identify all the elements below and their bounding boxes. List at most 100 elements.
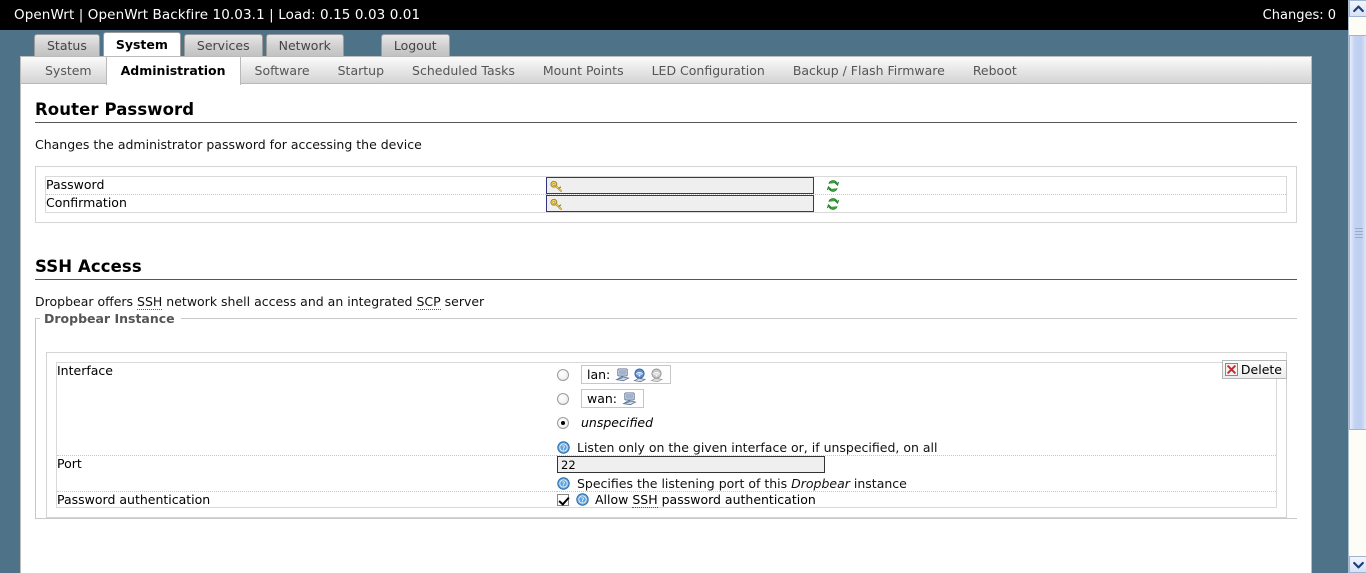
sub-tab-menu: System Administration Software Startup S… — [21, 57, 1311, 85]
port-hint-emphasis: Dropbear — [791, 476, 850, 491]
port-label: Port — [57, 456, 82, 471]
scroll-down-button[interactable] — [1349, 556, 1366, 573]
ssh-access-description: Dropbear offers SSH network shell access… — [35, 294, 1297, 310]
main-tab-status[interactable]: Status — [34, 34, 100, 56]
interface-option-wan[interactable]: wan: — [557, 387, 1276, 410]
password-auth-checkbox[interactable] — [557, 493, 569, 506]
delete-button[interactable]: Delete — [1221, 360, 1287, 379]
page-body: Router Password Changes the administrato… — [21, 100, 1311, 519]
router-password-table: Password Confirmation — [46, 177, 1286, 212]
ssh-abbr[interactable]: SSH — [632, 492, 658, 508]
password-auth-value-cell: ? Allow SSH password authentication — [557, 492, 1276, 508]
password-auth-hint-part-a: Allow — [595, 492, 633, 507]
help-icon[interactable]: ? — [557, 441, 570, 454]
confirmation-input-wrap — [546, 195, 814, 212]
sub-tab-scheduled-tasks[interactable]: Scheduled Tasks — [398, 57, 529, 84]
sub-tab-mount-points[interactable]: Mount Points — [529, 57, 638, 84]
reload-icon-confirmation[interactable] — [826, 197, 840, 211]
svg-text:?: ? — [562, 443, 566, 452]
dropbear-fieldset-body: Delete Interface lan: wan: unspecified ?… — [36, 352, 1297, 518]
scrollbar-grip — [1355, 227, 1363, 238]
help-icon[interactable]: ? — [557, 477, 570, 490]
sub-tab-scheduled-tasks-label: Scheduled Tasks — [412, 63, 515, 78]
scrollbar-thumb[interactable] — [1349, 35, 1366, 430]
password-input-wrap — [546, 177, 814, 194]
sub-tab-list: System Administration Software Startup S… — [31, 57, 1311, 85]
ethernet-icon — [622, 391, 637, 405]
sub-tab-startup[interactable]: Startup — [324, 57, 398, 84]
radio-wan[interactable] — [557, 392, 569, 405]
port-row: Port ? Specifie — [57, 456, 1276, 492]
main-tab-system-label: System — [115, 37, 168, 52]
main-tab-network[interactable]: Network — [265, 34, 344, 56]
main-tab-network-label: Network — [278, 38, 331, 53]
reload-icon-password[interactable] — [826, 179, 840, 193]
iface-box-lan[interactable]: lan: — [581, 365, 672, 384]
sub-tab-reboot-label: Reboot — [972, 63, 1017, 78]
password-input[interactable] — [546, 177, 814, 194]
iface-lan-label: lan: — [587, 367, 611, 382]
ssh-desc-part-a: Dropbear offers — [35, 294, 138, 309]
sub-tab-software[interactable]: Software — [241, 57, 324, 84]
interface-row: Interface lan: wan: unspecified ? Listen… — [57, 363, 1276, 456]
radio-lan[interactable] — [557, 368, 569, 381]
confirmation-input[interactable] — [546, 195, 814, 212]
password-auth-hint-text: Allow SSH password authentication — [595, 492, 816, 508]
chevron-up-icon — [1352, 5, 1364, 12]
dropbear-table: Interface lan: wan: unspecified ? Listen… — [57, 363, 1276, 508]
router-password-heading: Router Password — [35, 100, 1297, 123]
scrollbar-track[interactable] — [1349, 17, 1366, 556]
scroll-up-button[interactable] — [1349, 0, 1366, 17]
password-auth-label: Password authentication — [57, 492, 211, 507]
sub-tab-led-configuration-label: LED Configuration — [651, 63, 765, 78]
sub-tab-administration[interactable]: Administration — [105, 57, 241, 85]
main-menu: Status System Services Network Logout — [0, 30, 1348, 56]
interface-option-unspecified[interactable]: unspecified — [557, 411, 1276, 434]
sub-tab-startup-label: Startup — [337, 63, 385, 78]
sub-tab-reboot[interactable]: Reboot — [959, 57, 1031, 84]
svg-text:?: ? — [581, 495, 585, 504]
help-icon[interactable]: ? — [576, 493, 589, 506]
interface-label: Interface — [57, 363, 113, 378]
sub-tab-led-configuration[interactable]: LED Configuration — [638, 57, 779, 84]
ssh-abbr[interactable]: SSH — [137, 294, 163, 310]
vertical-scrollbar[interactable] — [1348, 0, 1366, 573]
main-tab-services[interactable]: Services — [183, 34, 263, 56]
sub-tab-system[interactable]: System — [31, 57, 106, 84]
chevron-down-icon — [1352, 561, 1364, 568]
port-value-cell: ? Specifies the listening port of this D… — [557, 456, 1276, 492]
interface-option-lan[interactable]: lan: — [557, 363, 1276, 386]
wifi-disabled-icon — [650, 368, 664, 382]
wifi-active-icon — [633, 368, 647, 382]
sub-tab-backup-flash-firmware[interactable]: Backup / Flash Firmware — [779, 57, 959, 84]
ethernet-icon — [615, 367, 630, 381]
main-menu-list: Status System Services Network Logout — [34, 30, 1348, 56]
ssh-desc-part-c: server — [440, 294, 485, 309]
port-input[interactable] — [557, 456, 825, 473]
iface-box-wan[interactable]: wan: — [581, 389, 645, 408]
main-tab-system[interactable]: System — [102, 32, 181, 56]
password-label: Password — [46, 177, 105, 192]
router-password-description: Changes the administrator password for a… — [35, 137, 422, 152]
header-bar: OpenWrt | OpenWrt Backfire 10.03.1 | Loa… — [0, 0, 1348, 30]
main-tab-services-label: Services — [196, 38, 250, 53]
dropbear-instance-legend: Dropbear Instance — [44, 311, 175, 326]
port-hint-part-b: instance — [849, 476, 907, 491]
header-title: OpenWrt | OpenWrt Backfire 10.03.1 | Loa… — [14, 7, 421, 23]
delete-button-label: Delete — [1240, 362, 1282, 377]
interface-hint: ? Listen only on the given interface or,… — [557, 440, 1276, 455]
confirmation-label: Confirmation — [46, 195, 127, 210]
dropbear-table-wrap: Interface lan: wan: unspecified ? Listen… — [56, 362, 1277, 508]
iface-wan-label: wan: — [587, 391, 618, 406]
interface-value-cell: lan: wan: unspecified ? Listen only on t… — [557, 363, 1276, 456]
main-content: System Administration Software Startup S… — [20, 56, 1312, 573]
router-password-table-wrap: Password Confirmation — [45, 176, 1287, 213]
password-auth-hint-part-b: password authentication — [657, 492, 816, 507]
main-tab-logout[interactable]: Logout — [380, 34, 450, 56]
sub-tab-mount-points-label: Mount Points — [542, 63, 624, 78]
interface-hint-text: Listen only on the given interface or, i… — [577, 440, 938, 455]
confirmation-value-cell — [546, 195, 1286, 212]
scp-abbr[interactable]: SCP — [416, 294, 441, 310]
radio-unspecified[interactable] — [557, 416, 569, 429]
changes-counter[interactable]: Changes: 0 — [1263, 8, 1336, 23]
